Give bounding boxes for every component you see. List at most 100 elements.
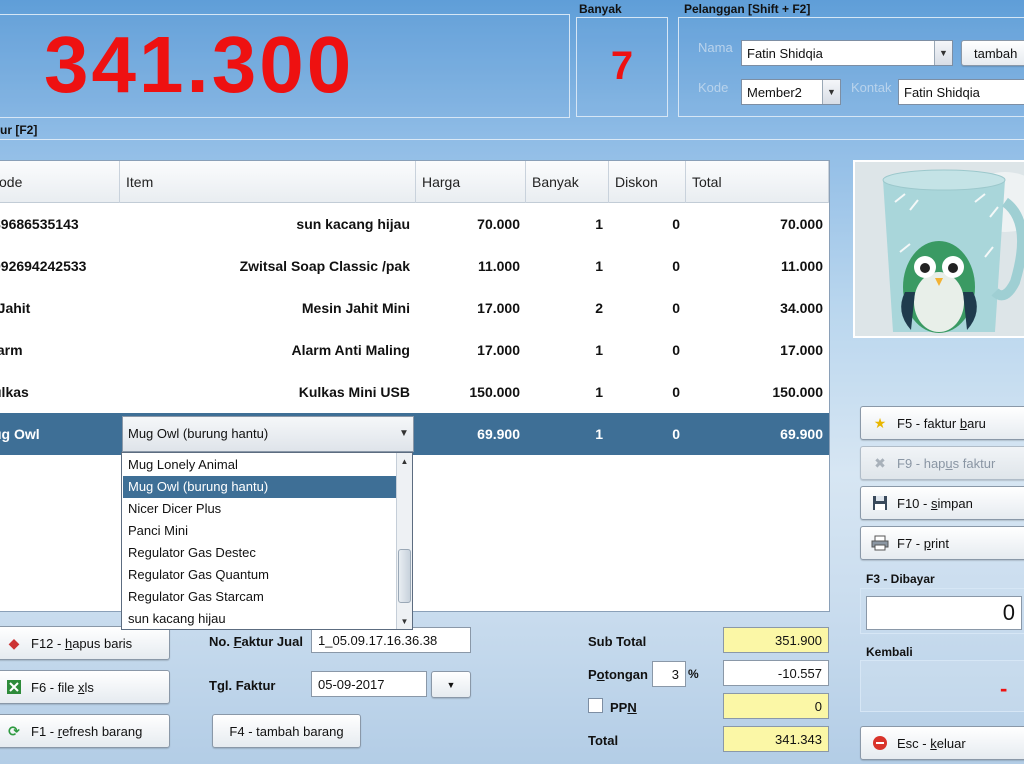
cell-total: 150.000 xyxy=(772,384,823,400)
total-label: Total xyxy=(588,733,619,748)
date-picker-button[interactable]: ▼ xyxy=(431,671,471,698)
total-field: 341.343 xyxy=(723,726,829,752)
refresh-button[interactable]: ⟳ F1 - refresh barang xyxy=(0,714,170,748)
item-select-combo[interactable]: Mug Owl (burung hantu) ▼ xyxy=(122,416,414,452)
table-row[interactable]: -Jahit Mesin Jahit Mini 17.000 2 0 34.00… xyxy=(0,287,829,329)
table-row[interactable]: 89686535143 sun kacang hijau 70.000 1 0 … xyxy=(0,203,829,245)
column-header-total[interactable]: Total xyxy=(686,161,829,203)
cell-item: Alarm Anti Maling xyxy=(291,342,411,358)
file-xls-button[interactable]: F6 - file xls xyxy=(0,670,170,704)
dropdown-option[interactable]: Panci Mini xyxy=(123,520,397,542)
print-label: F7 - print xyxy=(897,535,950,551)
dropdown-option[interactable]: sun kacang hijau xyxy=(123,608,397,630)
table-row-selected[interactable]: ug Owl Mug Owl (burung hantu) ▼ 69.900 1… xyxy=(0,413,829,455)
kembali-value: - xyxy=(1000,676,1008,701)
chevron-down-icon[interactable]: ▼ xyxy=(822,80,840,104)
kode-label: Kode xyxy=(698,80,729,95)
potongan-percent-input[interactable]: 3 xyxy=(652,661,686,687)
column-header-item[interactable]: Item xyxy=(120,161,416,203)
tambah-barang-button[interactable]: F4 - tambah barang xyxy=(212,714,361,748)
cell-item: Mesin Jahit Mini xyxy=(301,300,410,316)
cell-harga: 70.000 xyxy=(477,216,520,232)
dropdown-option[interactable]: Regulator Gas Starcam xyxy=(123,586,397,608)
kontak-label: Kontak xyxy=(851,80,892,95)
tambah-customer-button[interactable]: tambah xyxy=(961,40,1024,66)
no-faktur-label: No. Faktur Jual xyxy=(209,634,303,649)
simpan-button[interactable]: F10 - simpan xyxy=(860,486,1024,520)
cell-banyak: 2 xyxy=(595,300,603,316)
tambah-customer-label: tambah xyxy=(974,45,1018,61)
scroll-up-icon[interactable]: ▲ xyxy=(397,453,412,469)
cell-item: sun kacang hijau xyxy=(296,216,410,232)
print-button[interactable]: F7 - print xyxy=(860,526,1024,560)
column-header-diskon[interactable]: Diskon xyxy=(609,161,686,203)
customer-code-combo[interactable]: Member2 ▼ xyxy=(741,79,841,105)
dibayar-input[interactable]: 0 xyxy=(866,596,1022,630)
scroll-down-icon[interactable]: ▼ xyxy=(397,613,412,629)
hapus-faktur-button[interactable]: ✖ F9 - hapus faktur xyxy=(860,446,1024,480)
table-header: ode Item Harga Banyak Diskon Total xyxy=(0,161,829,203)
dropdown-option-selected[interactable]: Mug Owl (burung hantu) xyxy=(123,476,397,498)
table-row[interactable]: 992694242533 Zwitsal Soap Classic /pak 1… xyxy=(0,245,829,287)
cell-banyak: 1 xyxy=(595,258,603,274)
floppy-disk-icon xyxy=(871,494,889,512)
faktur-baru-button[interactable]: ★ F5 - faktur baru xyxy=(860,406,1024,440)
cell-banyak: 1 xyxy=(595,216,603,232)
column-header-banyak[interactable]: Banyak xyxy=(526,161,609,203)
ppn-field: 0 xyxy=(723,693,829,719)
keluar-label: Esc - keluar xyxy=(897,735,966,751)
customer-name-combo[interactable]: Fatin Shidqia ▼ xyxy=(741,40,953,66)
tambah-barang-label: F4 - tambah barang xyxy=(229,723,344,739)
customer-contact-value: Fatin Shidqia xyxy=(904,84,980,100)
cell-item: Zwitsal Soap Classic /pak xyxy=(239,258,410,274)
column-header-code[interactable]: ode xyxy=(0,161,120,203)
dropdown-scrollbar[interactable]: ▲ ▼ xyxy=(396,453,412,629)
chevron-down-icon[interactable]: ▼ xyxy=(934,41,952,65)
grand-total-display: 341.300 xyxy=(44,20,355,109)
refresh-label: F1 - refresh barang xyxy=(31,723,143,739)
chevron-down-icon[interactable]: ▼ xyxy=(395,417,413,451)
dropdown-option[interactable]: Regulator Gas Quantum xyxy=(123,564,397,586)
cell-diskon: 0 xyxy=(672,384,680,400)
cell-harga: 17.000 xyxy=(477,342,520,358)
faktur-baru-label: F5 - faktur baru xyxy=(897,415,986,431)
cell-diskon: 0 xyxy=(672,426,680,442)
refresh-icon: ⟳ xyxy=(8,722,20,739)
dropdown-option[interactable]: Regulator Gas Destec xyxy=(123,542,397,564)
scrollbar-thumb[interactable] xyxy=(398,549,411,603)
printer-icon xyxy=(871,534,889,552)
cell-diskon: 0 xyxy=(672,300,680,316)
cell-total: 70.000 xyxy=(780,216,823,232)
product-image xyxy=(853,160,1024,338)
eraser-icon: ◆ xyxy=(8,634,20,651)
dropdown-option[interactable]: Nicer Dicer Plus xyxy=(123,498,397,520)
column-header-harga[interactable]: Harga xyxy=(416,161,526,203)
subtotal-field: 351.900 xyxy=(723,627,829,653)
subtotal-label: Sub Total xyxy=(588,634,647,649)
qty-display: 7 xyxy=(610,44,634,88)
cell-harga: 11.000 xyxy=(477,258,520,274)
cell-total: 69.900 xyxy=(780,426,823,442)
percent-sign: % xyxy=(688,667,699,681)
exit-icon xyxy=(871,734,889,752)
cell-banyak: 1 xyxy=(595,342,603,358)
ppn-checkbox[interactable] xyxy=(588,698,603,713)
star-icon: ★ xyxy=(873,414,887,431)
customer-contact-combo[interactable]: Fatin Shidqia xyxy=(898,79,1024,105)
hapus-baris-button[interactable]: ◆ F12 - hapus baris xyxy=(0,626,170,660)
cell-code: 992694242533 xyxy=(0,258,87,274)
customer-name-value: Fatin Shidqia xyxy=(747,45,823,61)
owl-mug-image xyxy=(855,162,1024,336)
no-faktur-field[interactable]: 1_05.09.17.16.36.38 xyxy=(311,627,471,653)
cell-code: larm xyxy=(0,342,23,358)
cell-total: 34.000 xyxy=(780,300,823,316)
keluar-button[interactable]: Esc - keluar xyxy=(860,726,1024,760)
tgl-faktur-label: Tgl. Faktur xyxy=(209,678,276,693)
ppn-label: PPN xyxy=(610,700,637,715)
table-row[interactable]: ulkas Kulkas Mini USB 150.000 1 0 150.00… xyxy=(0,371,829,413)
item-dropdown-list[interactable]: Mug Lonely Animal Mug Owl (burung hantu)… xyxy=(121,452,413,630)
table-row[interactable]: larm Alarm Anti Maling 17.000 1 0 17.000 xyxy=(0,329,829,371)
tgl-faktur-field[interactable]: 05-09-2017 xyxy=(311,671,427,697)
cell-total: 11.000 xyxy=(780,258,823,274)
dropdown-option[interactable]: Mug Lonely Animal xyxy=(123,454,397,476)
